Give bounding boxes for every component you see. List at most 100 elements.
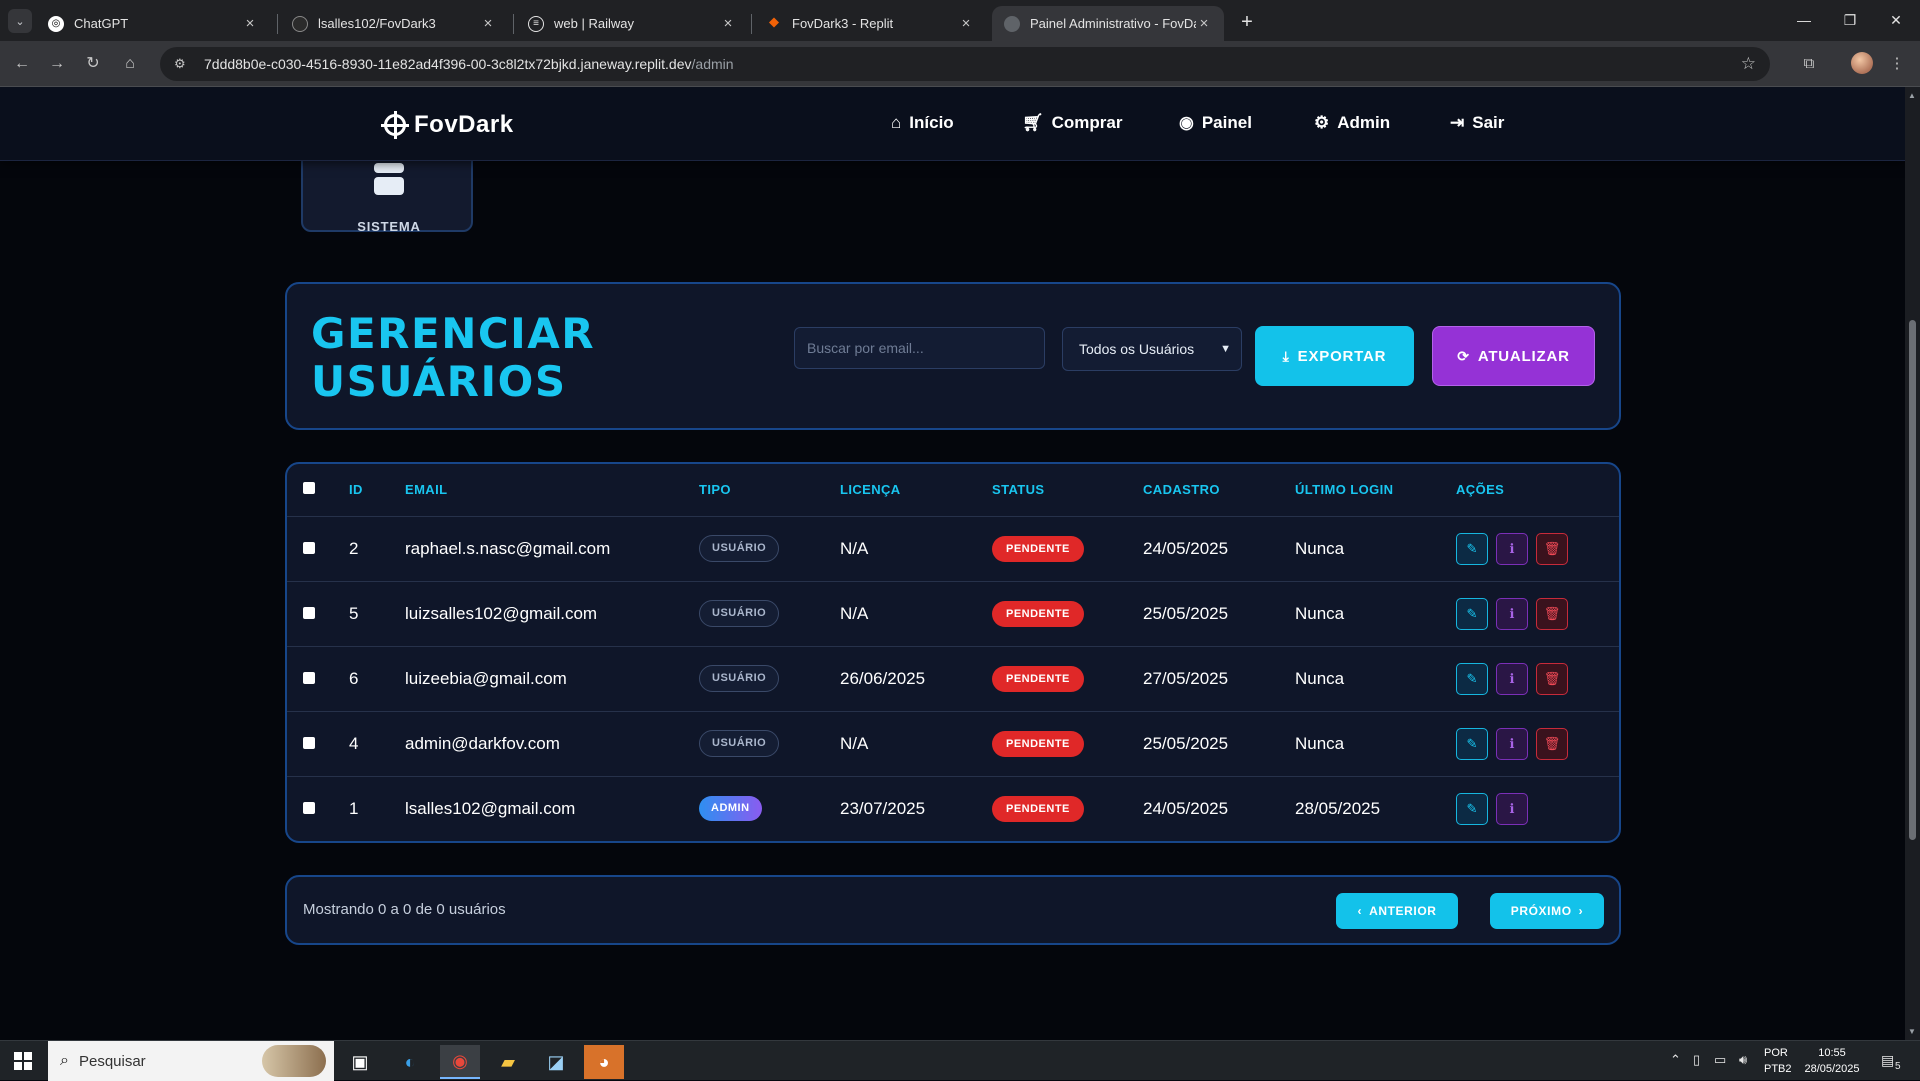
- windows-start-icon[interactable]: [14, 1052, 32, 1070]
- title-line-1: GERENCIAR: [311, 309, 596, 358]
- forward-arrow-icon[interactable]: →: [43, 50, 71, 78]
- language-indicator[interactable]: POR PTB2: [1764, 1045, 1792, 1077]
- nav-admin[interactable]: ⚙ Admin: [1314, 113, 1390, 133]
- col-cadastro[interactable]: CADASTRO: [1143, 464, 1295, 517]
- cell-email: raphael.s.nasc@gmail.com: [405, 516, 699, 582]
- back-arrow-icon[interactable]: ←: [8, 50, 36, 78]
- taskbar-clock[interactable]: 10:55 28/05/2025: [1794, 1045, 1870, 1077]
- profile-avatar[interactable]: [1851, 52, 1873, 74]
- cell-ultimo-login: Nunca: [1295, 581, 1456, 647]
- edit-icon[interactable]: ✎: [1456, 532, 1488, 565]
- row-checkbox[interactable]: [303, 671, 315, 684]
- export-button[interactable]: ⤓ EXPORTAR: [1255, 326, 1414, 386]
- tray-chevron-up-icon[interactable]: ⌃: [1670, 1052, 1681, 1068]
- chrome-icon[interactable]: ◉: [440, 1045, 480, 1079]
- cell-id: 5: [349, 581, 405, 647]
- col-licenca[interactable]: LICENÇA: [840, 464, 992, 517]
- info-icon[interactable]: ℹ: [1496, 727, 1528, 760]
- next-page-button[interactable]: PRÓXIMO ›: [1490, 893, 1604, 929]
- scroll-down-icon[interactable]: ▼: [1908, 1027, 1916, 1036]
- search-email-input[interactable]: [794, 327, 1045, 369]
- page-scrollbar[interactable]: ▲ ▼: [1905, 87, 1920, 1040]
- close-tab-icon[interactable]: ×: [1196, 15, 1212, 32]
- nav-inicio[interactable]: ⌂ Início: [891, 113, 954, 133]
- scroll-up-icon[interactable]: ▲: [1908, 91, 1916, 100]
- task-view-icon[interactable]: ▣: [340, 1045, 380, 1079]
- discord-icon[interactable]: ◕: [584, 1045, 624, 1079]
- tab-chatgpt[interactable]: ◎ ChatGPT ×: [36, 6, 270, 41]
- volume-icon[interactable]: 🔊︎: [1739, 1052, 1747, 1068]
- row-checkbox[interactable]: [303, 801, 315, 814]
- cell-email: admin@darkfov.com: [405, 711, 699, 777]
- refresh-button[interactable]: ⟳ ATUALIZAR: [1432, 326, 1595, 386]
- home-browser-icon[interactable]: ⌂: [116, 50, 144, 78]
- previous-page-button[interactable]: ‹ ANTERIOR: [1336, 893, 1458, 929]
- edit-icon[interactable]: ✎: [1456, 792, 1488, 825]
- col-id[interactable]: ID: [349, 464, 405, 517]
- notification-icon[interactable]: ▤: [1881, 1052, 1894, 1069]
- edge-icon[interactable]: ◐: [390, 1045, 430, 1079]
- tab-title: FovDark3 - Replit: [792, 16, 894, 31]
- cell-ultimo-login: 28/05/2025: [1295, 798, 1381, 818]
- col-email[interactable]: EMAIL: [405, 464, 699, 517]
- nav-painel[interactable]: ◉ Painel: [1179, 113, 1252, 133]
- restore-icon[interactable]: ❐: [1827, 8, 1873, 32]
- network-icon[interactable]: ▭: [1714, 1052, 1726, 1068]
- info-icon[interactable]: ℹ: [1496, 792, 1528, 825]
- edit-icon[interactable]: ✎: [1456, 597, 1488, 630]
- bookmark-star-icon[interactable]: ☆: [1741, 54, 1756, 74]
- info-icon[interactable]: ℹ: [1496, 597, 1528, 630]
- clock-date: 28/05/2025: [1804, 1063, 1860, 1075]
- browser-menu-icon[interactable]: ⋮: [1883, 50, 1911, 78]
- tab-painel-admin[interactable]: Painel Administrativo - FovDark ×: [992, 6, 1224, 41]
- address-bar[interactable]: ⚙ 7ddd8b0e-c030-4516-8930-11e82ad4f396-0…: [160, 47, 1770, 81]
- tab-railway[interactable]: ≡ web | Railway ×: [516, 6, 748, 41]
- row-checkbox[interactable]: [303, 541, 315, 554]
- extensions-puzzle-icon[interactable]: ⧉: [1795, 50, 1823, 78]
- minimize-icon[interactable]: —: [1781, 8, 1827, 32]
- info-icon[interactable]: ℹ: [1496, 662, 1528, 695]
- new-tab-plus-icon[interactable]: +: [1233, 8, 1261, 36]
- table-row: 6 luizeebia@gmail.com USUÁRIO 26/06/2025…: [287, 646, 1619, 712]
- trash-icon[interactable]: 🗑︎: [1536, 727, 1568, 760]
- col-status[interactable]: STATUS: [992, 464, 1143, 517]
- notepad-icon[interactable]: ◪: [536, 1045, 576, 1079]
- site-info-icon[interactable]: ⚙: [174, 56, 190, 72]
- lang-code: POR: [1764, 1047, 1788, 1059]
- cell-licenca: N/A: [840, 711, 992, 777]
- trash-icon[interactable]: 🗑︎: [1536, 662, 1568, 695]
- nav-comprar[interactable]: 🛒︎ Comprar: [1022, 113, 1122, 133]
- filter-value: Todos os Usuários: [1079, 341, 1195, 357]
- taskbar-search[interactable]: ⌕ Pesquisar: [48, 1041, 334, 1081]
- close-tab-icon[interactable]: ×: [480, 15, 496, 32]
- scrollbar-thumb[interactable]: [1909, 320, 1916, 840]
- tab-github[interactable]: lsalles102/FovDark3 ×: [280, 6, 508, 41]
- fovdark-logo[interactable]: FovDark: [381, 111, 514, 139]
- info-icon[interactable]: ℹ: [1496, 532, 1528, 565]
- notification-count: 5: [1895, 1061, 1901, 1072]
- close-window-icon[interactable]: ✕: [1873, 8, 1919, 32]
- table-header-row: ID EMAIL TIPO LICENÇA STATUS CADASTRO ÚL…: [287, 464, 1619, 517]
- close-tab-icon[interactable]: ×: [958, 15, 974, 32]
- select-all-checkbox[interactable]: [303, 482, 315, 495]
- gauge-icon: ◉: [1179, 113, 1194, 132]
- user-filter-select[interactable]: Todos os Usuários ▼: [1062, 327, 1242, 371]
- trash-icon[interactable]: 🗑︎: [1536, 597, 1568, 630]
- tab-replit[interactable]: ⯁ FovDark3 - Replit ×: [754, 6, 986, 41]
- col-tipo[interactable]: TIPO: [699, 464, 840, 517]
- edit-icon[interactable]: ✎: [1456, 662, 1488, 695]
- reload-icon[interactable]: ↻: [79, 50, 107, 78]
- nav-sair[interactable]: ⇥ Sair: [1450, 113, 1504, 133]
- col-ultimo-login[interactable]: ÚLTIMO LOGIN: [1295, 464, 1456, 517]
- device-icon[interactable]: ▯: [1693, 1052, 1700, 1068]
- edit-icon[interactable]: ✎: [1456, 727, 1488, 760]
- close-tab-icon[interactable]: ×: [720, 15, 736, 32]
- cell-email: lsalles102@gmail.com: [405, 798, 576, 818]
- taskbar-search-text: Pesquisar: [78, 1052, 146, 1070]
- trash-icon[interactable]: 🗑︎: [1536, 532, 1568, 565]
- close-tab-icon[interactable]: ×: [242, 15, 258, 32]
- tab-search-chevron-icon[interactable]: ⌄: [8, 9, 32, 33]
- row-checkbox[interactable]: [303, 736, 315, 749]
- row-checkbox[interactable]: [303, 606, 315, 619]
- file-explorer-icon[interactable]: ▰: [488, 1045, 528, 1079]
